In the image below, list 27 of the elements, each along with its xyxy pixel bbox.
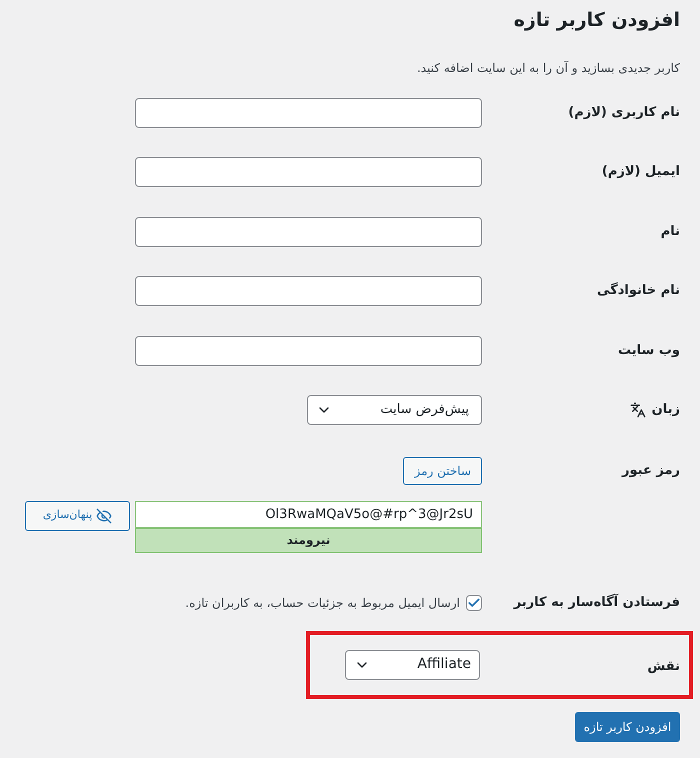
field-label: نام کاربری (لازم) xyxy=(568,104,680,122)
field-label: نام xyxy=(660,222,680,241)
notify-checkbox[interactable] xyxy=(466,594,482,610)
field-label: نام خانوادگی xyxy=(597,281,680,300)
text-field[interactable] xyxy=(135,157,482,187)
generate-password-button[interactable]: ساختن رمز xyxy=(403,456,482,484)
page-title: افزودن کاربر تازه xyxy=(514,8,680,33)
field-label: رمز عبور xyxy=(622,462,680,480)
text-field[interactable] xyxy=(135,98,482,128)
field-label: فرستادن آگاه‌سار به کاربر xyxy=(514,592,680,612)
strength-meter: نیرومند xyxy=(135,528,482,552)
field-label: زبان xyxy=(652,400,680,419)
text-field[interactable] xyxy=(135,276,482,306)
field-label: وب سایت xyxy=(618,342,680,360)
password-field[interactable]: Ol3RwaMQaV5o@#rp^3@Jr2sU xyxy=(135,500,482,528)
eye-slash-icon xyxy=(96,508,112,524)
field-label: نقش xyxy=(647,658,680,674)
field-label: ایمیل (لازم) xyxy=(602,163,680,182)
text-field[interactable] xyxy=(135,336,482,366)
text-field[interactable] xyxy=(135,216,482,246)
role-select[interactable]: Affiliate xyxy=(345,650,480,680)
hide-password-button[interactable]: پنهان‌سازی xyxy=(25,500,130,530)
checkbox-label: ارسال ایمیل مربوط به جزئیات حساب، به کاربران تازه. xyxy=(185,594,460,612)
language-select[interactable]: پیش‌فرض سایت xyxy=(307,394,482,424)
translate-icon xyxy=(630,402,646,418)
page-description: کاربر جدیدی بسازید و آن را به این سایت اضافه کنید. xyxy=(416,60,680,76)
add-user-button[interactable]: افزودن کاربر تازه xyxy=(575,712,680,742)
